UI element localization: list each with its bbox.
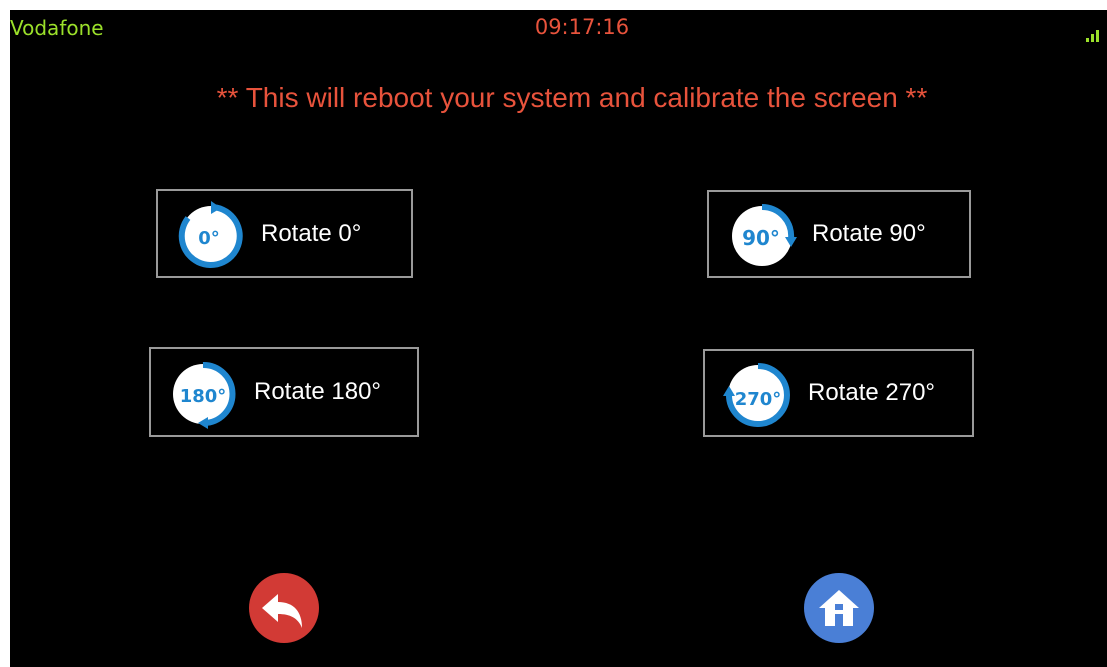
reboot-warning: ** This will reboot your system and cali…: [216, 82, 928, 113]
rotate-180-button[interactable]: 180° Rotate 180°: [149, 347, 419, 437]
status-clock: 09:17:16: [534, 15, 630, 39]
rotate-270-button[interactable]: 270° Rotate 270°: [703, 349, 974, 437]
screen: Vodafone 09:17:16 ** This will reboot yo…: [10, 10, 1107, 667]
rotate-0-button[interactable]: 0° Rotate 0°: [156, 189, 413, 278]
rotate-90-icon: 90°: [732, 203, 797, 266]
signal-bars-icon: [1086, 28, 1104, 42]
home-icon: [804, 573, 874, 643]
rotate-90-label: Rotate 90°: [812, 220, 926, 247]
rotate-180-label: Rotate 180°: [254, 378, 382, 405]
home-button[interactable]: [803, 572, 875, 644]
rotate-270-icon: 270°: [723, 363, 790, 427]
svg-text:90°: 90°: [742, 226, 780, 250]
back-button[interactable]: [248, 572, 320, 644]
rotate-0-label: Rotate 0°: [261, 219, 362, 247]
rotate-0-icon: 0°: [178, 201, 243, 268]
back-arrow-icon: [249, 573, 319, 643]
svg-text:270°: 270°: [735, 389, 782, 410]
svg-text:180°: 180°: [180, 386, 227, 407]
rotate-180-icon: 180°: [173, 361, 236, 429]
svg-text:0°: 0°: [198, 228, 220, 249]
rotate-270-label: Rotate 270°: [808, 379, 936, 406]
rotate-90-button[interactable]: 90° Rotate 90°: [707, 190, 971, 278]
